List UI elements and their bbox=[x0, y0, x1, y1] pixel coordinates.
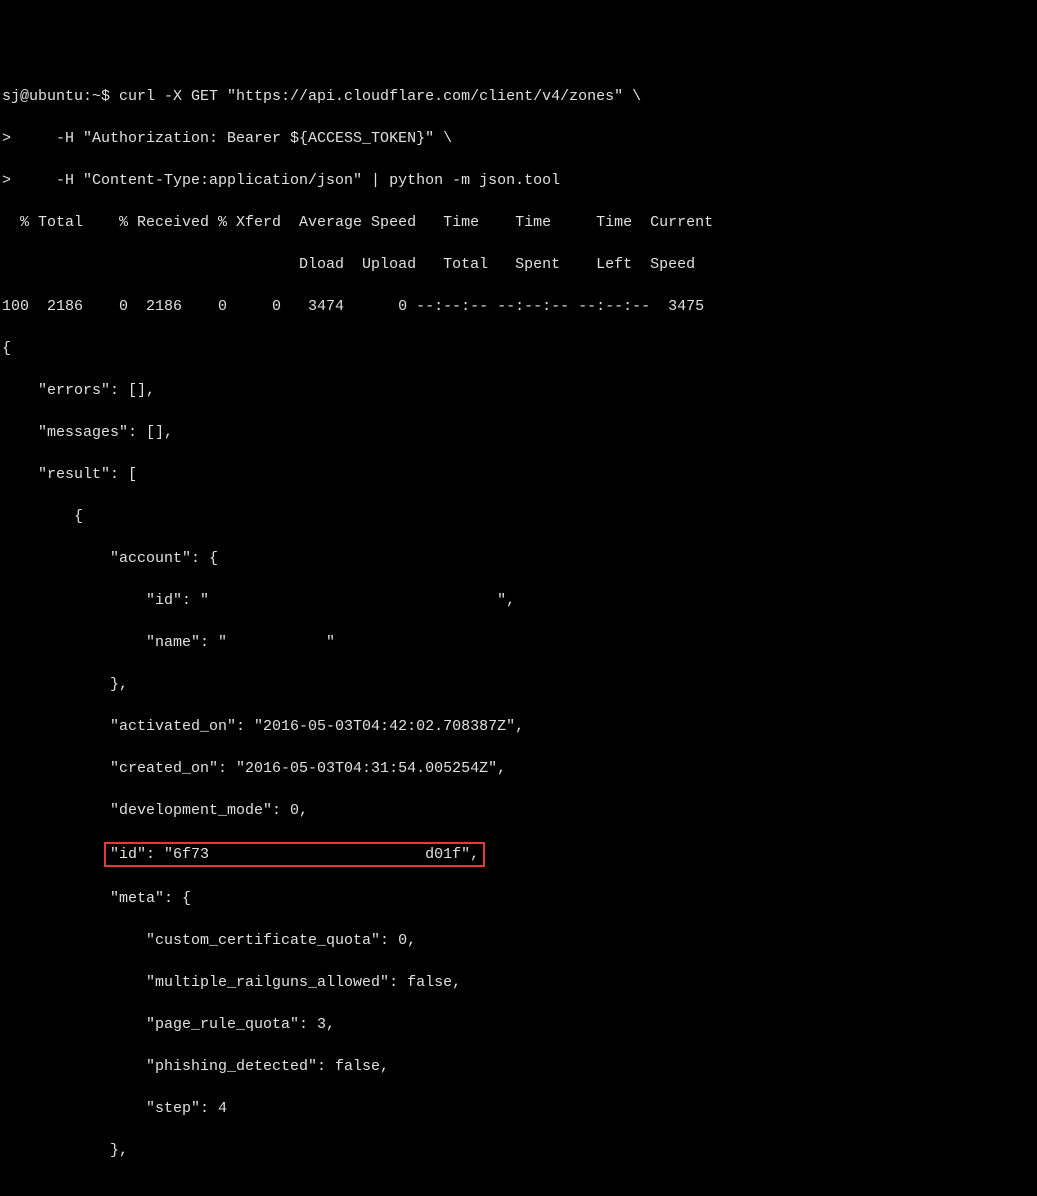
json-phishing-detected: "phishing_detected": false, bbox=[2, 1056, 1035, 1077]
json-result-open: "result": [ bbox=[2, 464, 1035, 485]
json-meta-close: }, bbox=[2, 1140, 1035, 1161]
terminal-command-line-3: > -H "Content-Type:application/json" | p… bbox=[2, 170, 1035, 191]
json-activated-on: "activated_on": "2016-05-03T04:42:02.708… bbox=[2, 716, 1035, 737]
json-zone-id-prefix bbox=[2, 846, 110, 863]
curl-progress-data: 100 2186 0 2186 0 0 3474 0 --:--:-- --:-… bbox=[2, 296, 1035, 317]
terminal-continuation-2: > -H "Content-Type:application/json" | p… bbox=[2, 172, 560, 189]
json-messages: "messages": [], bbox=[2, 422, 1035, 443]
json-custom-cert-quota: "custom_certificate_quota": 0, bbox=[2, 930, 1035, 951]
curl-progress-header-1: % Total % Received % Xferd Average Speed… bbox=[2, 212, 1035, 233]
json-open-brace: { bbox=[2, 338, 1035, 359]
terminal-command-line-2: > -H "Authorization: Bearer ${ACCESS_TOK… bbox=[2, 128, 1035, 149]
json-zone-id-value: "id": "6f73 d01f", bbox=[110, 846, 479, 863]
json-meta-open: "meta": { bbox=[2, 888, 1035, 909]
json-development-mode: "development_mode": 0, bbox=[2, 800, 1035, 821]
json-zone-id-line: "id": "6f73 d01f", bbox=[2, 842, 1035, 867]
json-errors: "errors": [], bbox=[2, 380, 1035, 401]
json-result-item-open: { bbox=[2, 506, 1035, 527]
json-account-name: "name": " " bbox=[2, 632, 1035, 653]
terminal-command-line-1: sj@ubuntu:~$ curl -X GET "https://api.cl… bbox=[2, 86, 1035, 107]
json-account-open: "account": { bbox=[2, 548, 1035, 569]
curl-progress-header-2: Dload Upload Total Spent Left Speed bbox=[2, 254, 1035, 275]
terminal-prompt-and-command: sj@ubuntu:~$ curl -X GET "https://api.cl… bbox=[2, 88, 641, 105]
zone-id-highlight: "id": "6f73 d01f", bbox=[104, 842, 485, 867]
json-page-rule-quota: "page_rule_quota": 3, bbox=[2, 1014, 1035, 1035]
terminal-continuation-1: > -H "Authorization: Bearer ${ACCESS_TOK… bbox=[2, 130, 452, 147]
json-multiple-railguns: "multiple_railguns_allowed": false, bbox=[2, 972, 1035, 993]
json-step: "step": 4 bbox=[2, 1098, 1035, 1119]
json-created-on: "created_on": "2016-05-03T04:31:54.00525… bbox=[2, 758, 1035, 779]
json-account-close: }, bbox=[2, 674, 1035, 695]
json-account-id: "id": " ", bbox=[2, 590, 1035, 611]
